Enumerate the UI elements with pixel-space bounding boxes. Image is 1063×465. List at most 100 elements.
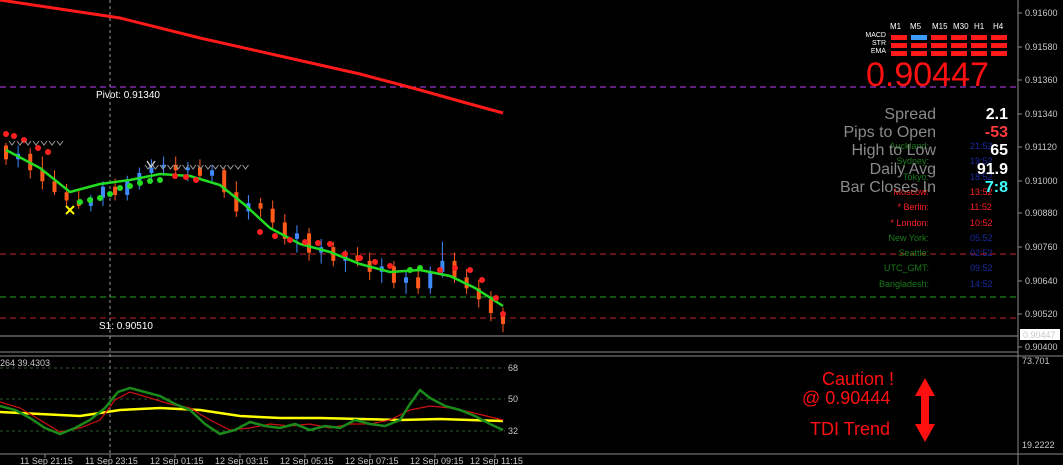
signal-cell xyxy=(911,35,927,40)
y-axis-tick-label: 0.91360 xyxy=(1025,75,1058,85)
timeframe-label: M15 xyxy=(932,22,948,31)
city-name: Seattle: xyxy=(898,248,929,259)
green-signal-dot xyxy=(127,183,133,189)
red-signal-dot xyxy=(11,133,17,139)
x-axis-tick-label: 12 Sep 05:15 xyxy=(280,456,334,465)
red-signal-dot xyxy=(452,265,458,271)
red-signal-dot xyxy=(3,131,9,137)
subwindow-level-label: 50 xyxy=(508,394,518,404)
timeframe-label: H4 xyxy=(993,22,1004,31)
city-name: Bangladesh: xyxy=(878,278,929,289)
candle-body xyxy=(210,170,215,176)
current-price-tag-label: 0.90447 xyxy=(1023,330,1056,340)
indicator-label: MACD xyxy=(865,32,886,39)
green-signal-dot xyxy=(117,185,123,191)
tdi-signal-line xyxy=(0,391,504,433)
green-signal-dot xyxy=(157,177,163,183)
stat-value: 65 xyxy=(990,142,1008,160)
signal-cell xyxy=(891,43,907,48)
stat-value: 91.9 xyxy=(976,160,1008,178)
chevron-marker-icon xyxy=(16,140,24,146)
red-signal-dot xyxy=(342,251,348,257)
candle-body xyxy=(113,186,118,195)
chevron-marker-icon xyxy=(227,164,234,170)
y-axis-tick-label: 0.91580 xyxy=(1025,42,1058,52)
chevron-marker-icon xyxy=(219,164,227,170)
city-name: UTC_GMT: xyxy=(884,263,929,274)
chart-window: { "chart_data": [ { "type": "candlestick… xyxy=(0,0,1063,465)
y-axis-tick-label: 0.91600 xyxy=(1025,8,1058,18)
chevron-marker-icon xyxy=(40,140,48,146)
candle-body xyxy=(270,208,275,223)
pivot-label: Pivot: 0.91340 xyxy=(96,90,160,101)
subwindow-level-label: 68 xyxy=(508,363,518,373)
y-axis-tick-label: 0.91000 xyxy=(1025,176,1058,186)
red-signal-dot xyxy=(327,241,333,247)
candle-body xyxy=(4,145,8,160)
green-signal-dot xyxy=(147,178,153,184)
city-time: 09:52 xyxy=(970,263,993,274)
signal-cell xyxy=(951,35,967,40)
y-axis-tick-label: 0.90760 xyxy=(1025,242,1058,252)
signal-cell xyxy=(971,51,987,56)
candles-group xyxy=(4,142,505,333)
timeframe-label: M5 xyxy=(910,22,922,31)
red-signal-dot xyxy=(387,263,393,269)
city-time: 11:52 xyxy=(970,202,992,213)
candle-body xyxy=(428,271,433,289)
red-signal-dot xyxy=(302,239,308,245)
city-name: * London: xyxy=(890,217,929,228)
subwindow-header: 264 39.4303 xyxy=(0,358,50,368)
signal-cell xyxy=(911,43,927,48)
red-signal-dot xyxy=(257,229,263,235)
candle-body xyxy=(52,181,57,193)
city-time: 02:52 xyxy=(970,248,993,259)
red-signal-dot xyxy=(172,173,178,179)
stat-value: -53 xyxy=(984,124,1008,142)
timeframe-label: M30 xyxy=(953,22,969,31)
red-signal-dot xyxy=(500,311,506,317)
chevron-marker-icon xyxy=(189,164,197,170)
red-signal-dot xyxy=(357,255,363,261)
signal-cell xyxy=(951,51,967,56)
chevron-marker-icon xyxy=(167,164,174,170)
tdi-trend-label: TDI Trend xyxy=(810,419,891,439)
caution-text: Caution ! xyxy=(822,369,895,389)
red-signal-dot xyxy=(493,295,499,301)
city-time: 14:52 xyxy=(970,278,993,289)
tdi-baseline-line xyxy=(0,406,504,423)
indicator-label: STR xyxy=(872,40,886,47)
x-axis-tick-label: 11 Sep 23:15 xyxy=(85,456,138,465)
chevron-marker-icon xyxy=(204,164,212,170)
signal-cell xyxy=(951,43,967,48)
stat-label: Daily Avg xyxy=(869,160,936,178)
city-time: 05:52 xyxy=(970,232,993,243)
city-name: * Berlin: xyxy=(897,202,929,213)
chevron-marker-icon xyxy=(48,140,56,146)
signal-cell xyxy=(991,51,1007,56)
subwindow-level-label: 32 xyxy=(508,426,518,436)
y-axis-tick-label: 0.90400 xyxy=(1025,342,1058,352)
green-signal-dot xyxy=(97,195,103,201)
signal-cell xyxy=(911,51,927,56)
stat-label: Spread xyxy=(884,106,936,123)
subwindow-ymax-label: 73.701 xyxy=(1022,356,1050,366)
signal-cell xyxy=(991,35,1007,40)
candle-body xyxy=(404,277,409,283)
red-signal-dot xyxy=(45,149,51,155)
candle-body xyxy=(64,192,69,201)
x-axis-tick-label: 12 Sep 11:15 xyxy=(470,456,523,465)
signal-cell xyxy=(891,51,907,56)
green-signal-dot xyxy=(107,191,113,197)
city-time: 21:52 xyxy=(970,141,993,151)
subwindow-ymin-label: 19.2222 xyxy=(1022,440,1055,450)
y-axis-tick-label: 0.90640 xyxy=(1025,276,1058,286)
signal-cell xyxy=(931,51,947,56)
y-axis-tick-label: 0.90880 xyxy=(1025,208,1058,218)
candle-body xyxy=(488,299,493,314)
candle-body xyxy=(234,192,239,212)
x-axis-tick-label: 12 Sep 01:15 xyxy=(150,456,204,465)
indicator-label: EMA xyxy=(870,48,886,55)
chevron-marker-icon xyxy=(32,140,40,146)
city-time: 10:52 xyxy=(970,217,993,228)
